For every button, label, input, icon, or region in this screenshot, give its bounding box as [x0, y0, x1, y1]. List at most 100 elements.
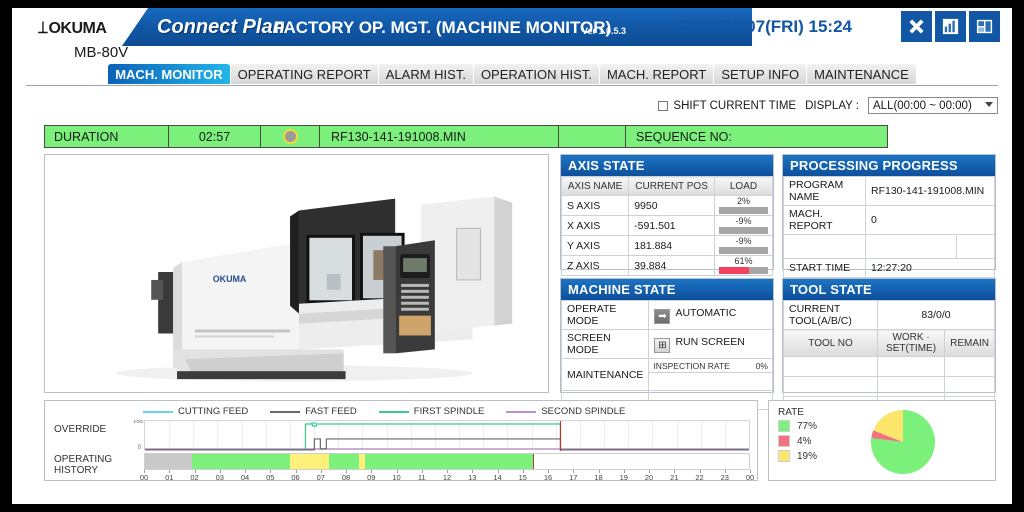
axis-tick-label: 19 — [620, 473, 628, 482]
checkbox-box[interactable] — [658, 101, 668, 111]
axis-tick-label: 16 — [544, 473, 552, 482]
tool-cell — [945, 357, 995, 377]
start-time-label: START TIME — [784, 259, 866, 278]
current-time-marker — [533, 454, 534, 469]
mach-report-label: MACH. REPORT — [784, 206, 866, 235]
rate-legend: 77% 4% 19% — [778, 420, 817, 465]
sequence-no-label: SEQUENCE NO: — [625, 125, 888, 148]
override-row-label: OVERRIDE — [54, 424, 106, 435]
override-chart — [144, 420, 750, 450]
axis-tick-label: 21 — [670, 473, 678, 482]
axis-tick-label: 18 — [594, 473, 602, 482]
table-row — [784, 377, 995, 397]
axis-tick-label: 00 — [746, 473, 754, 482]
processing-progress-panel: PROCESSING PROGRESS PROGRAM NAME RF130-1… — [782, 154, 996, 270]
inspection-rate-cell: INSPECTION RATE 0% — [649, 359, 773, 373]
tab-mach-monitor[interactable]: MACH. MONITOR — [108, 64, 229, 84]
tab-alarm-hist[interactable]: ALARM HIST. — [379, 64, 473, 84]
table-row — [784, 235, 995, 259]
duration-status-bar: DURATION 02:57 RF130-141-191008.MIN SEQU… — [44, 125, 887, 148]
override-traces — [145, 421, 749, 451]
axis-tick-label: 06 — [291, 473, 299, 482]
col-axis-name: AXIS NAME — [562, 177, 629, 196]
progress-empty-c — [957, 235, 995, 259]
axis-tick-label: 11 — [418, 473, 426, 482]
axis-load-bar — [719, 267, 768, 274]
table-row: Z AXIS 39.884 61% — [562, 256, 773, 276]
rate-panel: RATE 77% 4% 19% — [768, 400, 996, 481]
legend-item-second-spindle: SECOND SPINDLE — [506, 406, 625, 417]
axis-tick-label: 03 — [216, 473, 224, 482]
duration-spacer — [558, 125, 626, 148]
run-screen-icon: ⊞ — [654, 338, 670, 353]
col-remain: REMAIN — [945, 330, 995, 357]
status-lamp-cell — [260, 125, 320, 148]
tab-mach-report[interactable]: MACH. REPORT — [600, 64, 713, 84]
table-row: Y AXIS 181.884 -9% — [562, 236, 773, 256]
duration-value: 02:57 — [168, 125, 261, 148]
axis-load-cell: -9% — [715, 216, 773, 236]
shift-current-time-checkbox[interactable]: SHIFT CURRENT TIME — [658, 100, 796, 112]
tool-cell — [878, 357, 945, 377]
axis-load-bar — [719, 227, 768, 234]
chevron-down-icon — [985, 102, 993, 107]
axis-tick-label: 04 — [241, 473, 249, 482]
rate-title: RATE — [778, 407, 804, 418]
svg-text:OKUMA: OKUMA — [213, 274, 247, 284]
close-icon[interactable] — [901, 11, 932, 42]
axis-tick-label: 10 — [392, 473, 400, 482]
axis-pos: 9950 — [629, 196, 715, 216]
app-title: Connect Plan — [157, 16, 285, 39]
chart-report-icon[interactable] — [935, 11, 966, 42]
tab-setup-info[interactable]: SETUP INFO — [714, 64, 806, 84]
axis-load-cell: 61% — [715, 256, 773, 276]
axis-pos: 39.884 — [629, 256, 715, 276]
axis-load-bar — [719, 247, 768, 254]
rate-legend-item: 19% — [778, 450, 817, 462]
axis-tick-label: 01 — [165, 473, 173, 482]
axis-name: Z AXIS — [562, 256, 629, 276]
table-row: CURRENT TOOL(A/B/C) 83/0/0 — [784, 301, 995, 330]
display-range-select[interactable]: ALL(00:00 ~ 00:00) — [868, 97, 998, 114]
table-row: OPERATE MODE ➡AUTOMATIC — [562, 301, 773, 330]
axis-tick-label: 00 — [140, 473, 148, 482]
axis-state-title: AXIS STATE — [561, 155, 773, 176]
program-name-value: RF130-141-191008.MIN — [866, 177, 995, 206]
legend-item-cutting-feed: CUTTING FEED — [143, 406, 248, 417]
axis-pos: -591.501 — [629, 216, 715, 236]
y-axis-min: 0 — [138, 445, 141, 451]
history-segment-running — [329, 454, 359, 469]
history-segment-running — [365, 454, 532, 469]
table-row: S AXIS 9950 2% — [562, 196, 773, 216]
legend-swatch — [270, 411, 300, 413]
processing-progress-title: PROCESSING PROGRESS — [783, 155, 995, 176]
machine-state-panel: MACHINE STATE OPERATE MODE ➡AUTOMATIC SC… — [560, 278, 774, 393]
tool-cell — [878, 377, 945, 397]
maintenance-label: MAINTENANCE — [562, 359, 649, 391]
override-legend: CUTTING FEED FAST FEED FIRST SPINDLE SEC… — [143, 406, 625, 417]
header-icon-group — [901, 11, 1000, 42]
operating-history-strip — [144, 453, 750, 470]
tab-operating-report[interactable]: OPERATING REPORT — [231, 64, 378, 84]
rate-legend-item: 77% — [778, 420, 817, 432]
tool-cell — [945, 377, 995, 397]
okuma-logo-mark: ⊥ — [37, 18, 48, 38]
tab-operation-hist[interactable]: OPERATION HIST. — [474, 64, 599, 84]
app-version: Ver 1.0.5.3 — [582, 26, 626, 36]
tool-cell — [784, 377, 878, 397]
current-tool-label: CURRENT TOOL(A/B/C) — [784, 301, 878, 330]
main-tab-bar[interactable]: MACH. MONITOR OPERATING REPORT ALARM HIS… — [12, 64, 1012, 86]
legend-label: SECOND SPINDLE — [541, 406, 625, 417]
screen-mode-label: SCREEN MODE — [562, 330, 649, 359]
automatic-mode-icon: ➡ — [654, 309, 670, 324]
layout-screen-icon[interactable] — [969, 11, 1000, 42]
history-label-line2: HISTORY — [54, 465, 98, 476]
axis-tick-label: 15 — [519, 473, 527, 482]
machine-state-table: OPERATE MODE ➡AUTOMATIC SCREEN MODE ⊞RUN… — [561, 300, 773, 410]
history-label-line1: OPERATING — [54, 454, 112, 465]
table-header-row: AXIS NAME CURRENT POS LOAD — [562, 177, 773, 196]
tab-maintenance[interactable]: MAINTENANCE — [807, 64, 916, 84]
table-row — [784, 357, 995, 377]
progress-empty-b — [866, 235, 957, 259]
screen-mode-cell: ⊞RUN SCREEN — [649, 330, 773, 359]
